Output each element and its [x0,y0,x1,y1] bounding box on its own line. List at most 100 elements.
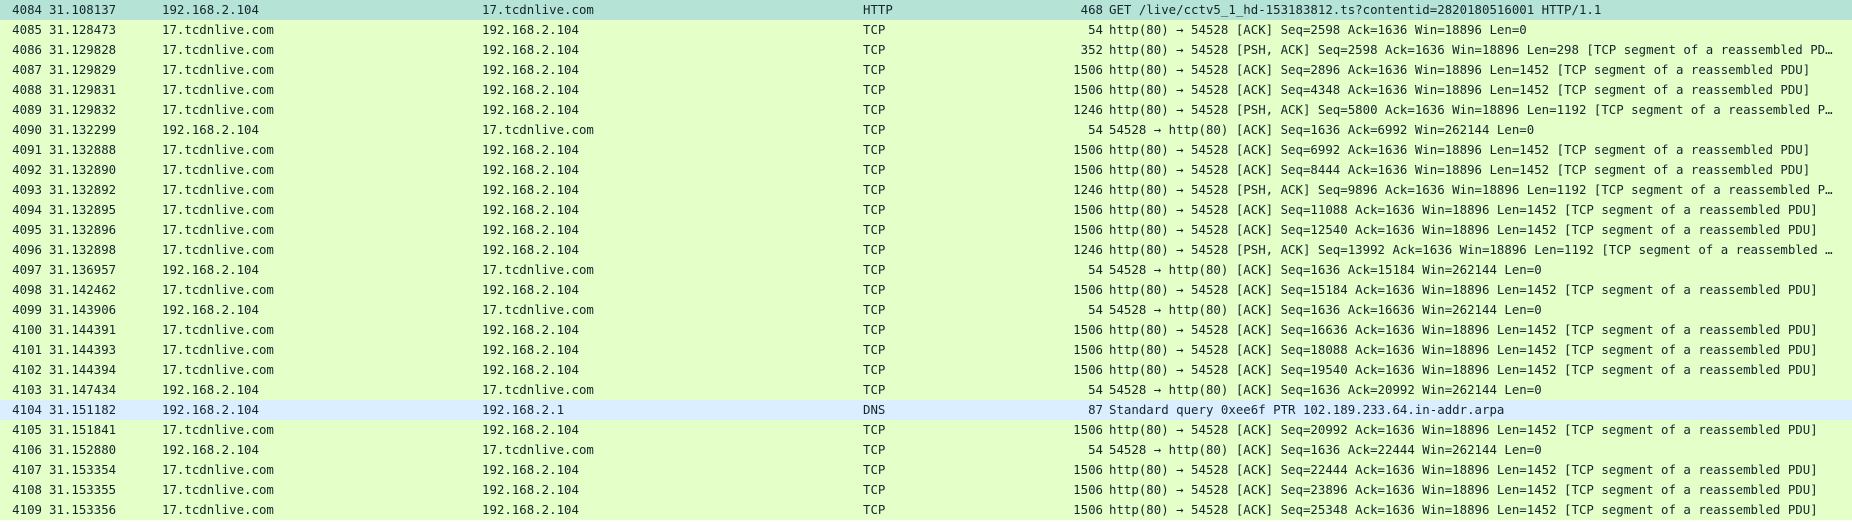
packet-number: 4107 [12,462,42,477]
packet-number: 4105 [12,422,42,437]
packet-row[interactable]: 4094 31.132895 17.tcdnlive.com 192.168.2.10… [0,200,1852,220]
packet-row[interactable]: 4093 31.132892 17.tcdnlive.com 192.168.2.10… [0,180,1852,200]
packet-row[interactable]: 4089 31.129832 17.tcdnlive.com 192.168.2.10… [0,100,1852,120]
packet-length: 468 [1080,2,1103,17]
packet-row[interactable]: 4097 31.136957 192.168.2.104 17.tcdnlive.co… [0,260,1852,280]
packet-row[interactable]: 4102 31.144394 17.tcdnlive.com 192.168.2.10… [0,360,1852,380]
packet-row[interactable]: 4109 31.153356 17.tcdnlive.com 192.168.2.10… [0,500,1852,520]
packet-row[interactable]: 4099 31.143906 192.168.2.104 17.tcdnlive.co… [0,300,1852,320]
packet-protocol: TCP [863,462,886,477]
packet-number: 4099 [12,302,42,317]
packet-number: 4090 [12,122,42,137]
packet-time: 31.152880 [49,442,117,457]
packet-protocol: TCP [863,202,886,217]
packet-source: 192.168.2.104 [162,442,259,457]
packet-row[interactable]: 4090 31.132299 192.168.2.104 17.tcdnlive.co… [0,120,1852,140]
packet-info: http(80) → 54528 [ACK] Seq=22444 Ack=163… [1109,462,1818,477]
packet-length: 1246 [1073,242,1103,257]
packet-time: 31.153355 [49,482,117,497]
packet-protocol: TCP [863,282,886,297]
packet-source: 17.tcdnlive.com [162,482,274,497]
packet-info: http(80) → 54528 [ACK] Seq=11088 Ack=163… [1109,202,1818,217]
packet-protocol: TCP [863,382,886,397]
packet-length: 54 [1088,22,1103,37]
packet-source: 17.tcdnlive.com [162,222,274,237]
packet-source: 17.tcdnlive.com [162,322,274,337]
packet-row[interactable]: 4106 31.152880 192.168.2.104 17.tcdnlive.co… [0,440,1852,460]
packet-length: 1506 [1073,222,1103,237]
packet-destination: 192.168.2.104 [482,462,579,477]
packet-row[interactable]: 4084 31.108137 192.168.2.104 17.tcdnlive.co… [0,0,1852,20]
packet-length: 54 [1088,302,1103,317]
packet-source: 17.tcdnlive.com [162,82,274,97]
packet-row[interactable]: 4091 31.132888 17.tcdnlive.com 192.168.2.10… [0,140,1852,160]
packet-protocol: TCP [863,302,886,317]
packet-row[interactable]: 4098 31.142462 17.tcdnlive.com 192.168.2.10… [0,280,1852,300]
packet-info: http(80) → 54528 [ACK] Seq=18088 Ack=163… [1109,342,1818,357]
packet-info: 54528 → http(80) [ACK] Seq=1636 Ack=2099… [1109,382,1542,397]
packet-info: http(80) → 54528 [PSH, ACK] Seq=13992 Ac… [1109,242,1839,257]
packet-length: 352 [1080,42,1103,57]
packet-destination: 192.168.2.104 [482,282,579,297]
packet-protocol: TCP [863,262,886,277]
packet-row[interactable]: 4096 31.132898 17.tcdnlive.com 192.168.2.10… [0,240,1852,260]
packet-info: http(80) → 54528 [ACK] Seq=12540 Ack=163… [1109,222,1818,237]
packet-length: 54 [1088,122,1103,137]
packet-length: 1506 [1073,82,1103,97]
packet-time: 31.132895 [49,202,117,217]
packet-number: 4106 [12,442,42,457]
packet-number: 4095 [12,222,42,237]
packet-destination: 192.168.2.104 [482,482,579,497]
packet-row[interactable]: 4095 31.132896 17.tcdnlive.com 192.168.2.10… [0,220,1852,240]
packet-row[interactable]: 4107 31.153354 17.tcdnlive.com 192.168.2.10… [0,460,1852,480]
packet-row[interactable]: 4105 31.151841 17.tcdnlive.com 192.168.2.10… [0,420,1852,440]
packet-number: 4097 [12,262,42,277]
packet-time: 31.132896 [49,222,117,237]
packet-protocol: TCP [863,102,886,117]
packet-number: 4102 [12,362,42,377]
packet-row[interactable]: 4100 31.144391 17.tcdnlive.com 192.168.2.10… [0,320,1852,340]
packet-row[interactable]: 4087 31.129829 17.tcdnlive.com 192.168.2.10… [0,60,1852,80]
packet-source: 17.tcdnlive.com [162,342,274,357]
packet-source: 192.168.2.104 [162,262,259,277]
packet-length: 1506 [1073,362,1103,377]
packet-destination: 192.168.2.104 [482,342,579,357]
packet-info: http(80) → 54528 [ACK] Seq=6992 Ack=1636… [1109,142,1811,157]
packet-number: 4104 [12,402,42,417]
packet-protocol: TCP [863,182,886,197]
packet-row[interactable]: 4086 31.129828 17.tcdnlive.com 192.168.2.10… [0,40,1852,60]
packet-time: 31.128473 [49,22,117,37]
packet-row[interactable]: 4101 31.144393 17.tcdnlive.com 192.168.2.10… [0,340,1852,360]
packet-destination: 17.tcdnlive.com [482,442,594,457]
packet-list[interactable]: 4084 31.108137 192.168.2.104 17.tcdnlive.co… [0,0,1852,522]
packet-info: 54528 → http(80) [ACK] Seq=1636 Ack=6992… [1109,122,1535,137]
packet-info: http(80) → 54528 [ACK] Seq=25348 Ack=163… [1109,502,1818,517]
packet-info: http(80) → 54528 [ACK] Seq=2598 Ack=1636… [1109,22,1527,37]
packet-length: 1246 [1073,182,1103,197]
packet-time: 31.144393 [49,342,117,357]
packet-number: 4091 [12,142,42,157]
packet-time: 31.142462 [49,282,117,297]
packet-row[interactable]: 4103 31.147434 192.168.2.104 17.tcdnlive.co… [0,380,1852,400]
packet-number: 4101 [12,342,42,357]
packet-protocol: TCP [863,82,886,97]
packet-number: 4108 [12,482,42,497]
packet-destination: 192.168.2.104 [482,202,579,217]
packet-protocol: TCP [863,342,886,357]
packet-destination: 192.168.2.104 [482,422,579,437]
packet-row[interactable]: 4092 31.132890 17.tcdnlive.com 192.168.2.10… [0,160,1852,180]
packet-source: 17.tcdnlive.com [162,362,274,377]
packet-number: 4092 [12,162,42,177]
packet-row[interactable]: 4108 31.153355 17.tcdnlive.com 192.168.2.10… [0,480,1852,500]
packet-info: http(80) → 54528 [ACK] Seq=16636 Ack=163… [1109,322,1818,337]
packet-number: 4094 [12,202,42,217]
packet-length: 54 [1088,382,1103,397]
packet-row[interactable]: 4085 31.128473 17.tcdnlive.com 192.168.2.10… [0,20,1852,40]
packet-row[interactable]: 4104 31.151182 192.168.2.104 192.168.2.1 DNS… [0,400,1852,420]
packet-source: 192.168.2.104 [162,122,259,137]
packet-protocol: TCP [863,222,886,237]
packet-row[interactable]: 4088 31.129831 17.tcdnlive.com 192.168.2.10… [0,80,1852,100]
packet-info: http(80) → 54528 [ACK] Seq=15184 Ack=163… [1109,282,1818,297]
packet-info: http(80) → 54528 [ACK] Seq=20992 Ack=163… [1109,422,1818,437]
packet-number: 4093 [12,182,42,197]
